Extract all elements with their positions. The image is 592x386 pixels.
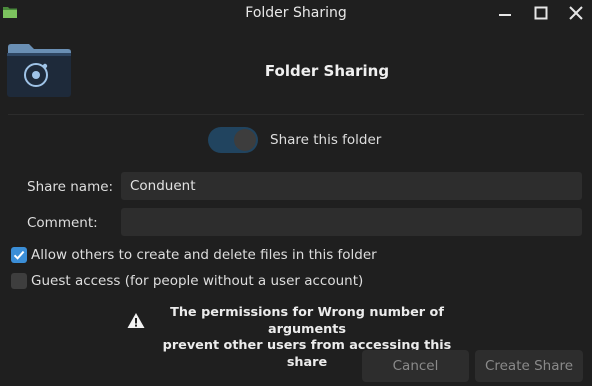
dialog-heading: Folder Sharing [264, 62, 390, 80]
maximize-button[interactable] [530, 2, 552, 24]
comment-input[interactable] [121, 208, 582, 236]
comment-label: Comment: [27, 215, 98, 231]
share-name-label: Share name: [27, 179, 114, 195]
cancel-button[interactable]: Cancel [362, 350, 469, 382]
share-folder-toggle[interactable] [208, 127, 258, 153]
guest-access-label: Guest access (for people without a user … [31, 273, 364, 289]
warning-icon [127, 312, 145, 329]
minimize-button[interactable] [494, 2, 516, 24]
share-name-input[interactable] [121, 172, 582, 200]
title-bar: Folder Sharing [0, 0, 592, 25]
toggle-knob [234, 129, 256, 151]
folder-share-icon [6, 43, 72, 98]
share-folder-label: Share this folder [270, 132, 382, 148]
allow-create-delete-checkbox[interactable] [11, 247, 27, 263]
guest-access-checkbox[interactable] [11, 273, 27, 289]
close-button[interactable] [565, 2, 587, 24]
header-separator [8, 114, 584, 115]
checkmark-icon [13, 250, 25, 260]
create-share-button[interactable]: Create Share [475, 350, 583, 382]
warning-line-1: The permissions for Wrong number of argu… [170, 305, 444, 337]
allow-create-delete-label: Allow others to create and delete files … [31, 247, 377, 263]
